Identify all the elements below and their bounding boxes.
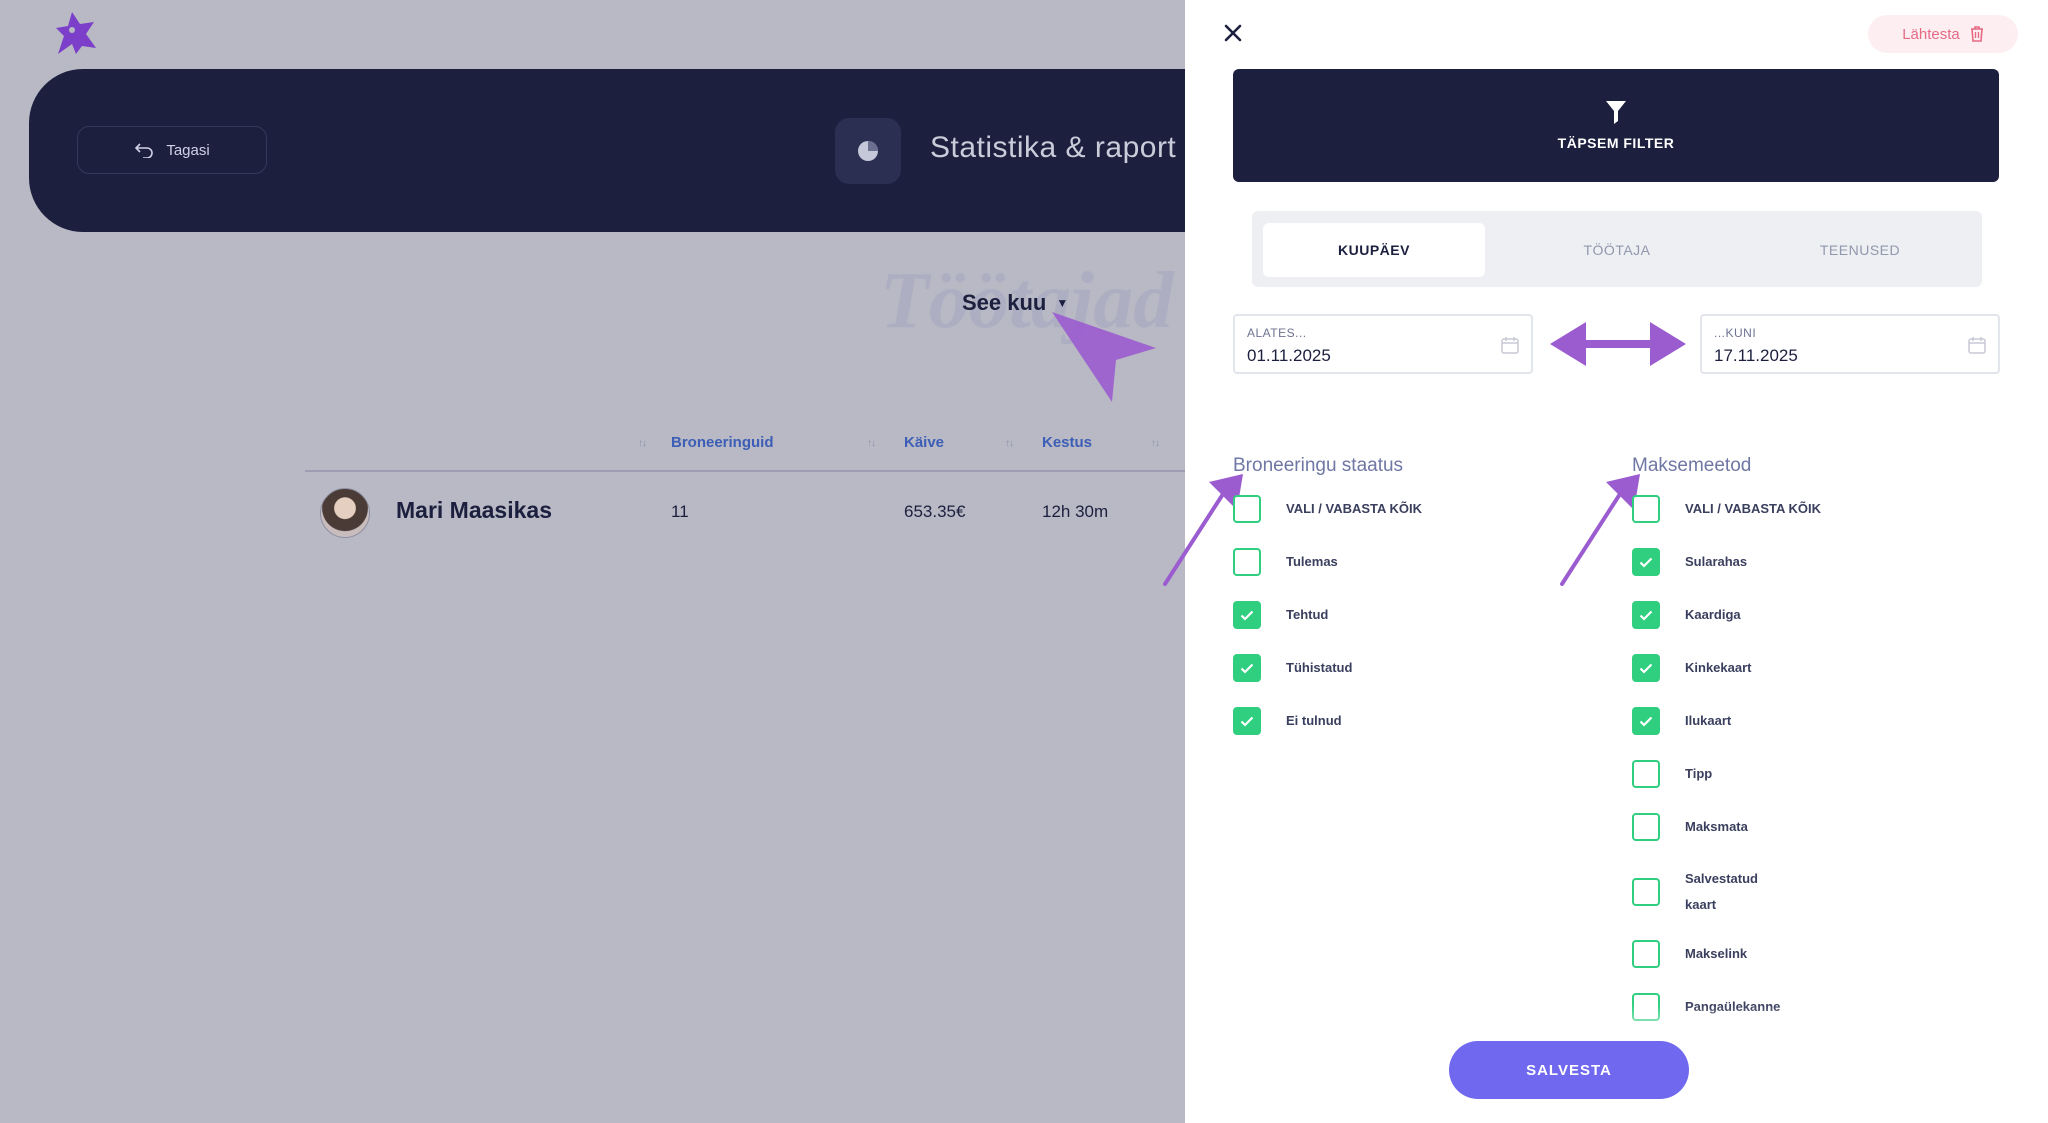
close-icon[interactable] [1222,22,1244,44]
page-title: Statistika & raport [930,131,1177,164]
sort-icon[interactable]: ↑↓ [1151,438,1160,449]
checkbox[interactable] [1632,878,1660,906]
payment-checkbox-row[interactable]: Sularahas [1632,548,1747,576]
check-icon [1639,610,1653,621]
filter-title: TÄPSEM FILTER [1557,135,1675,151]
save-button[interactable]: SALVESTA [1449,1041,1689,1099]
revenue-cell: 653.35€ [904,502,966,521]
checkbox[interactable] [1632,760,1660,788]
payment-method-title: Maksemeetod [1632,455,1752,476]
status-checkbox-label: Tulemas [1286,554,1338,569]
payment-checkbox-label: Kaardiga [1685,607,1741,622]
checkbox[interactable] [1233,654,1261,682]
bookings-cell: 11 [671,502,689,521]
calendar-icon[interactable] [1501,336,1519,354]
duration-cell: 12h 30m [1042,502,1109,521]
status-checkbox-row[interactable]: VALI / VABASTA KÕIK [1233,495,1422,523]
calendar-icon[interactable] [1968,336,1986,354]
checkbox[interactable] [1632,654,1660,682]
check-icon [1639,557,1653,568]
table-divider [305,470,1185,472]
payment-checkbox-label: Tipp [1685,766,1713,781]
back-button-label: Tagasi [166,141,210,159]
checkbox[interactable] [1632,940,1660,968]
payment-checkbox-row[interactable]: VALI / VABASTA KÕIK [1632,495,1821,523]
date-to-field[interactable]: ...KUNI 17.11.2025 [1700,314,2000,374]
column-header-revenue[interactable]: Käive [904,434,944,451]
check-icon [1240,716,1254,727]
payment-checkbox-label: Makselink [1685,946,1748,961]
payment-checkbox-row[interactable]: Salvestatud kaart [1632,866,1758,918]
check-icon [1240,663,1254,674]
check-icon [1639,663,1653,674]
checkbox[interactable] [1233,707,1261,735]
filter-banner: TÄPSEM FILTER [1233,69,1999,182]
payment-checkbox-label: Salvestatud [1685,871,1758,886]
payment-checkbox-label: Sularahas [1685,554,1748,569]
date-from-value: 01.11.2025 [1247,346,1331,365]
status-checkbox-label: Tehtud [1286,607,1329,622]
date-to-value: 17.11.2025 [1714,346,1798,365]
filter-panel: Lähtesta TÄPSEM FILTER KUUPÄEV TÖÖTAJA T… [1163,0,2048,1123]
checkbox[interactable] [1233,548,1261,576]
double-arrow-icon [1550,322,1686,366]
date-from-field[interactable]: ALATES... 01.11.2025 [1233,314,1533,374]
filter-tabs: KUUPÄEV TÖÖTAJA TEENUSED [1252,211,1982,287]
payment-checkbox-row[interactable]: Kinkekaart [1632,654,1751,682]
tab-employee[interactable]: TÖÖTAJA [1506,223,1728,277]
payment-checkbox-row[interactable]: Ilukaart [1632,707,1731,735]
payment-checkbox-label: Kinkekaart [1685,660,1752,675]
avatar [320,488,370,538]
payment-checkbox-label: Ilukaart [1685,713,1732,728]
status-checkbox-label: Tühistatud [1286,660,1353,675]
tab-services[interactable]: TEENUSED [1749,223,1971,277]
payment-checkbox-row[interactable]: Maksmata [1632,813,1748,841]
sort-icon[interactable]: ↑↓ [638,438,647,449]
checkbox[interactable] [1632,813,1660,841]
payment-checkbox-label: Maksmata [1685,819,1748,834]
date-from-label: ALATES... [1247,326,1307,340]
cursor-pointer-icon [1052,312,1156,402]
payment-checkbox-row[interactable]: Makselink [1632,940,1747,968]
status-checkbox-row[interactable]: Ei tulnud [1233,707,1342,735]
check-icon [1639,716,1653,727]
sort-icon[interactable]: ↑↓ [1005,438,1014,449]
payment-checkbox-row[interactable]: Kaardiga [1632,601,1741,629]
tab-date[interactable]: KUUPÄEV [1263,223,1485,277]
sort-icon[interactable]: ↑↓ [867,438,876,449]
checkbox[interactable] [1632,495,1660,523]
funnel-icon [1606,101,1626,124]
status-checkbox-label: VALI / VABASTA KÕIK [1286,501,1423,516]
checkbox[interactable] [1632,707,1660,735]
undo-arrow-icon [135,143,154,158]
logo-icon[interactable] [50,8,102,60]
reset-button[interactable]: Lähtesta [1868,15,2018,53]
checkbox[interactable] [1632,548,1660,576]
checkbox[interactable] [1632,601,1660,629]
period-label: See kuu [962,290,1047,315]
back-button[interactable]: Tagasi [77,126,267,174]
employee-name[interactable]: Mari Maasikas [396,497,552,524]
payment-checkbox-label: kaart [1685,897,1717,912]
check-icon [1240,610,1254,621]
pie-chart-icon [835,118,901,184]
status-checkbox-row[interactable]: Tühistatud [1233,654,1352,682]
payment-checkbox-row[interactable]: Tipp [1632,760,1712,788]
status-checkbox-label: Ei tulnud [1286,713,1342,728]
column-header-duration[interactable]: Kestus [1042,434,1092,451]
payment-checkbox-label: VALI / VABASTA KÕIK [1685,501,1822,516]
reset-button-label: Lähtesta [1902,25,1960,43]
status-checkbox-row[interactable]: Tehtud [1233,601,1328,629]
checkbox[interactable] [1233,601,1261,629]
date-to-label: ...KUNI [1714,326,1757,340]
status-checkbox-row[interactable]: Tulemas [1233,548,1338,576]
checkbox[interactable] [1233,495,1261,523]
trash-icon [1970,26,1983,42]
page-header: Tagasi Statistika & raport [29,69,1269,232]
column-header-bookings[interactable]: Broneeringuid [671,434,774,451]
booking-status-title: Broneeringu staatus [1233,455,1404,476]
